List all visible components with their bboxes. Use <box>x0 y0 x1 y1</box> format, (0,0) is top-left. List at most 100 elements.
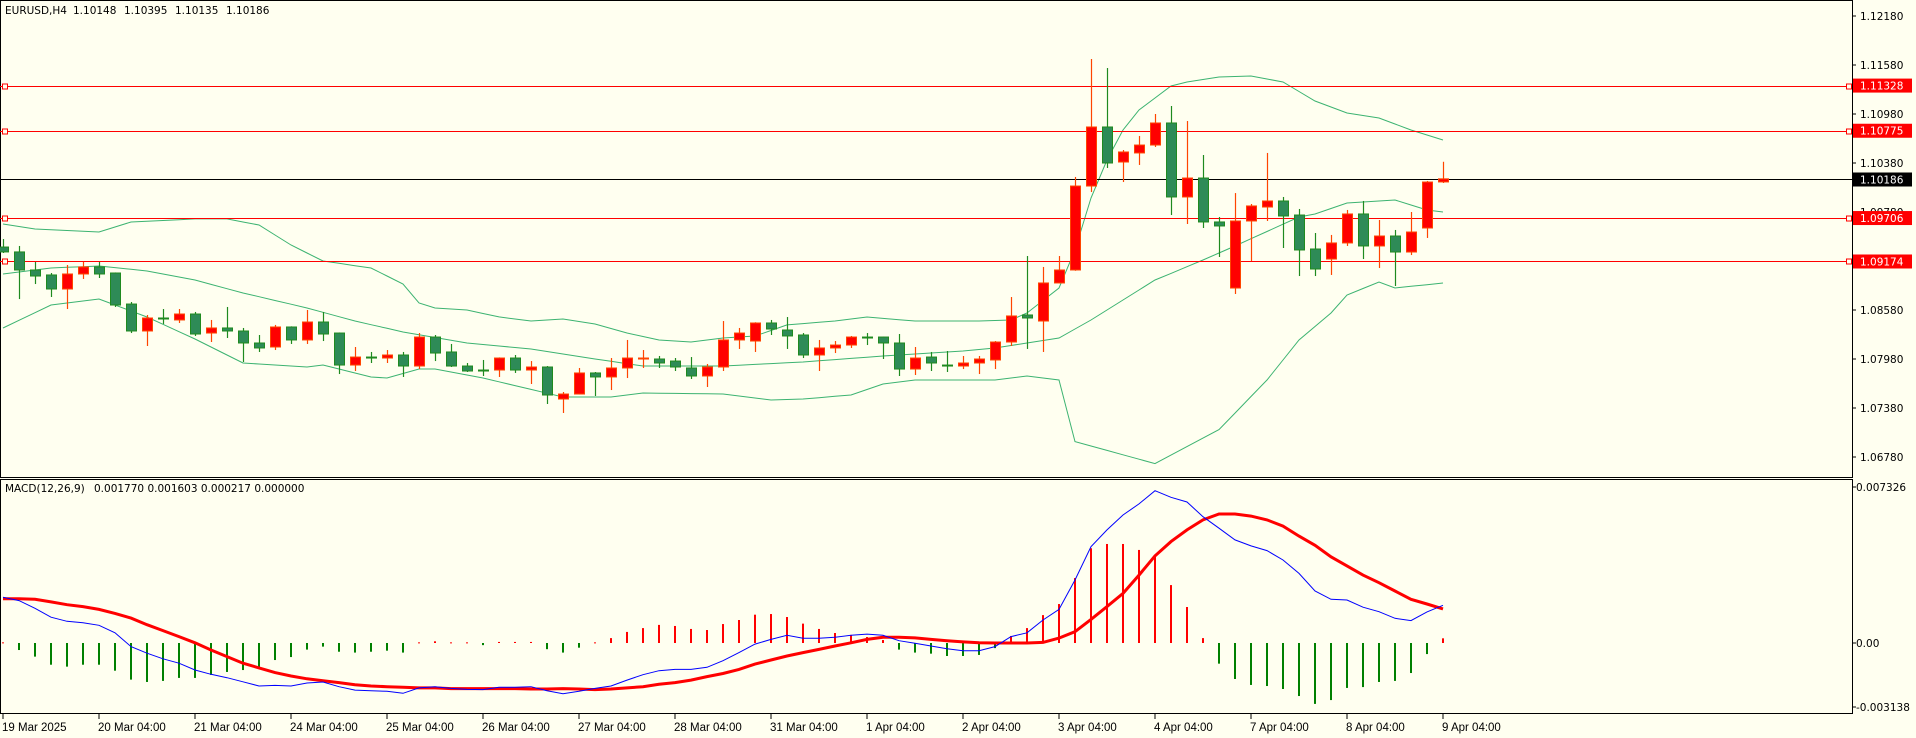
candle-body <box>1374 235 1385 247</box>
histogram-bar <box>434 641 436 643</box>
histogram-bar <box>466 642 468 644</box>
candle-body <box>846 336 857 346</box>
candle-body <box>670 360 681 368</box>
price-tick-label: 1.07980 <box>1860 354 1903 366</box>
histogram-bar <box>370 643 372 652</box>
histogram-bar <box>1298 643 1300 697</box>
histogram-bar <box>674 625 676 643</box>
candle-body <box>910 357 921 370</box>
price-tick-label: 1.11580 <box>1860 60 1903 72</box>
histogram-bar <box>962 643 964 656</box>
candle-body <box>622 357 633 369</box>
time-tick-label: 1 Apr 04:00 <box>866 722 925 734</box>
time-tick-label: 4 Apr 04:00 <box>1154 722 1213 734</box>
candle-body <box>126 303 137 332</box>
candle-body <box>350 356 361 366</box>
histogram-bar <box>402 643 404 653</box>
price-tick-label: 1.10380 <box>1860 158 1903 170</box>
line-handle-right[interactable] <box>1846 258 1852 265</box>
histogram-bar <box>338 643 340 652</box>
line-handle-left[interactable] <box>2 215 8 222</box>
candle-body <box>1326 242 1337 260</box>
histogram-bar <box>818 628 820 643</box>
histogram-bar <box>770 614 772 643</box>
candle-body <box>318 321 329 335</box>
macd-pane[interactable]: 0.007326 0.00 -0.003138 MACD(12,26,9) 0.00… <box>0 479 1910 715</box>
histogram-bar <box>450 642 452 644</box>
candle-body <box>1070 185 1081 271</box>
candle-body <box>782 329 793 337</box>
histogram-bar <box>1426 643 1428 655</box>
candle-body <box>510 357 521 371</box>
histogram-bar <box>274 643 276 661</box>
chart-symbol: EURUSD,H4 <box>5 5 67 17</box>
macd-tick-label: 0.00 <box>1856 638 1879 650</box>
histogram-bar <box>2 642 4 644</box>
candle-body <box>190 313 201 335</box>
histogram-bar <box>834 632 836 643</box>
line-handle-right[interactable] <box>1846 83 1852 90</box>
histogram-bar <box>482 643 484 646</box>
histogram-bar <box>722 624 724 643</box>
histogram-bar <box>50 643 52 665</box>
histogram-bar <box>754 614 756 643</box>
histogram-bar <box>146 643 148 682</box>
histogram-bar <box>1410 643 1412 674</box>
time-tick-label: 31 Mar 04:00 <box>770 722 838 734</box>
histogram-bar <box>802 623 804 643</box>
histogram-bar <box>1362 643 1364 688</box>
histogram-bar <box>914 643 916 653</box>
candle-body <box>430 336 441 354</box>
histogram-bar <box>626 631 628 643</box>
histogram-bar <box>1138 549 1140 643</box>
candle-body <box>1358 213 1369 247</box>
time-tick-label: 27 Mar 04:00 <box>578 722 646 734</box>
line-handle-left[interactable] <box>2 128 8 135</box>
time-tick-label: 2 Apr 04:00 <box>962 722 1021 734</box>
macd-title: MACD(12,26,9) <box>5 483 85 495</box>
candle-body <box>206 327 217 334</box>
candle-body <box>1438 178 1449 183</box>
line-handle-left[interactable] <box>2 258 8 265</box>
histogram-bar <box>114 643 116 671</box>
line-handle-left[interactable] <box>2 83 8 90</box>
histogram-bar <box>1170 585 1172 643</box>
line-handle-right[interactable] <box>1846 128 1852 135</box>
candle-body <box>734 332 745 341</box>
candle-body <box>974 358 985 364</box>
candle-body <box>878 336 889 344</box>
histogram-bar <box>1234 643 1236 679</box>
candle-body <box>1230 220 1241 289</box>
candle-body <box>830 344 841 349</box>
candle-body <box>110 272 121 306</box>
candle-body <box>1214 221 1225 227</box>
price-pane[interactable]: 1.121801.115801.109801.103801.097801.085… <box>0 0 1912 478</box>
ohlc-high: 1.10395 <box>124 5 167 17</box>
price-tag-label: 1.09706 <box>1860 213 1904 225</box>
histogram-bar <box>1394 643 1396 681</box>
macd-values: 0.001770 0.001603 0.000217 0.000000 <box>94 483 304 495</box>
candle-body <box>30 269 41 277</box>
candle-body <box>62 273 73 290</box>
candle-body <box>750 322 761 342</box>
candle-body <box>302 321 313 341</box>
histogram-bar <box>898 643 900 650</box>
histogram-bar <box>738 620 740 643</box>
histogram-bar <box>882 640 884 643</box>
ohlc-low: 1.10135 <box>175 5 218 17</box>
candle-body <box>238 330 249 344</box>
macd-tick-label: 0.007326 <box>1856 482 1906 494</box>
candle-body <box>766 322 777 330</box>
candle-body <box>1118 151 1129 163</box>
line-handle-right[interactable] <box>1846 215 1852 222</box>
histogram-bar <box>530 641 532 643</box>
histogram-bar <box>1186 607 1188 643</box>
time-tick-label: 26 Mar 04:00 <box>482 722 550 734</box>
histogram-bar <box>1346 643 1348 688</box>
trading-chart[interactable]: 1.121801.115801.109801.103801.097801.085… <box>0 0 1916 738</box>
histogram-bar <box>594 642 596 644</box>
candle-body <box>1342 213 1353 244</box>
candle-body <box>798 334 809 356</box>
histogram-bar <box>690 628 692 643</box>
histogram-bar <box>514 641 516 643</box>
